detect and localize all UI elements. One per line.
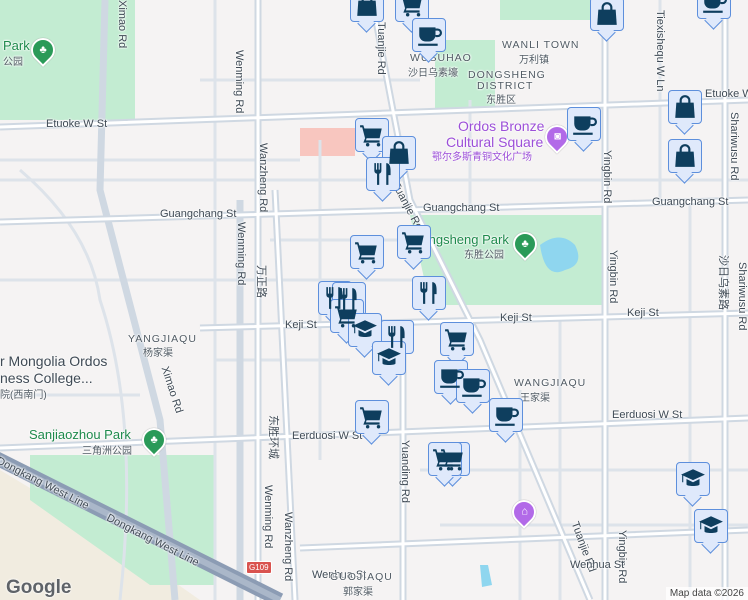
park-label-top-left: Park xyxy=(3,38,30,53)
road-label-huancheng-cn: 东胜环城 xyxy=(267,415,279,459)
cafe-marker[interactable] xyxy=(567,107,601,141)
road-label-keji: Keji St xyxy=(285,319,317,331)
coffee-icon xyxy=(571,111,597,137)
restaurant-marker[interactable] xyxy=(366,157,400,191)
shopping-marker[interactable] xyxy=(668,90,702,124)
area-label-guojiaqu-cn: 郭家渠 xyxy=(343,587,373,598)
cart-icon xyxy=(399,0,425,18)
map-attribution[interactable]: Map data ©2026 xyxy=(665,587,748,600)
graduation-cap-icon xyxy=(352,317,378,343)
road-label-keji-3: Keji St xyxy=(627,307,659,319)
cafe-marker[interactable] xyxy=(697,0,731,19)
grocery-marker[interactable] xyxy=(397,225,431,259)
road-label-eerduosi-2: Eerduosi W St xyxy=(612,409,683,421)
area-label-wanli-cn: 万利镇 xyxy=(519,55,549,66)
school-marker[interactable] xyxy=(372,341,406,375)
cart-icon xyxy=(359,404,385,430)
poi-label-bronze-cn[interactable]: 鄂尔多斯青铜文化广场 xyxy=(432,148,532,163)
grocery-marker[interactable] xyxy=(428,442,462,476)
fork-knife-icon xyxy=(416,280,442,306)
area-label-wangjiaqu-cn: 王家渠 xyxy=(520,393,550,404)
road-label-wenming: Wenming Rd xyxy=(233,50,245,114)
park-label-sanjiaozhou[interactable]: Sanjiaozhou Park xyxy=(29,427,131,442)
road-label-tiexishequ: Tiexishequ W Ln xyxy=(654,10,666,92)
area-label-dongsheng-cn: 东胜区 xyxy=(486,95,516,106)
cart-icon xyxy=(432,446,458,472)
road-label-keji-2: Keji St xyxy=(500,312,532,324)
road-label-yingbin-3: Yingbin Rd xyxy=(616,530,628,584)
pond xyxy=(480,565,492,587)
park-label-top-left-cn: 公园 xyxy=(3,57,23,68)
graduation-cap-icon xyxy=(680,466,706,492)
map-canvas[interactable] xyxy=(0,0,748,600)
cafe-marker[interactable] xyxy=(412,18,446,52)
shopping-marker[interactable] xyxy=(668,139,702,173)
school-marker[interactable] xyxy=(694,509,728,543)
road-label-shariwusu-2: Shariwusu Rd xyxy=(736,262,748,331)
area-label-yangjiaqu-cn: 杨家渠 xyxy=(143,348,173,359)
school-marker[interactable] xyxy=(348,313,382,347)
road-label-wenming-2: Wenming Rd xyxy=(235,222,247,286)
road-label-wanzheng-2: Wanzheng Rd xyxy=(282,512,294,582)
shopping-bag-icon xyxy=(594,1,620,27)
road-label-etuoke-2: Etuoke W St xyxy=(705,88,748,100)
cart-icon xyxy=(401,229,427,255)
park-area-wanli xyxy=(500,0,590,20)
poi-label-college-2[interactable]: ness College... xyxy=(0,370,93,386)
grocery-marker[interactable] xyxy=(440,322,474,356)
poi-label-college[interactable]: r Mongolia Ordos xyxy=(0,353,107,369)
graduation-cap-icon xyxy=(698,513,724,539)
coffee-icon xyxy=(460,373,486,399)
road-label-tuanjie: Tuanjie Rd xyxy=(375,22,387,75)
building-block xyxy=(300,128,355,156)
park-label-sanjiaozhou-cn: 三角洲公园 xyxy=(82,446,132,457)
road-label-ximao: Ximao Rd xyxy=(116,0,128,49)
restaurant-marker[interactable] xyxy=(412,276,446,310)
road-label-eerduosi: Eerduosi W St xyxy=(292,430,363,442)
road-label-wanzheng-cn: 万正路 xyxy=(255,265,267,298)
cart-icon xyxy=(354,239,380,265)
shopping-bag-icon xyxy=(672,143,698,169)
road-label-shariwusu: Shariwusu Rd xyxy=(728,112,740,181)
road-label-yuanding: Yuanding Rd xyxy=(399,440,411,503)
area-label-wusuhao-cn: 沙日乌素壕 xyxy=(408,68,458,79)
shopping-bag-icon xyxy=(354,0,380,18)
road-label-wenming-3: Wenming Rd xyxy=(262,485,274,549)
grocery-marker[interactable] xyxy=(355,400,389,434)
area-label-wanli: WANLI TOWN xyxy=(502,39,580,51)
highway-shield-g109: G109 xyxy=(246,561,272,574)
road-label-wanzheng: Wanzheng Rd xyxy=(257,143,269,213)
park-label-dongsheng-cn: 东胜公园 xyxy=(464,250,504,261)
fork-knife-icon xyxy=(370,161,396,187)
cafe-marker[interactable] xyxy=(456,369,490,403)
graduation-cap-icon xyxy=(376,345,402,371)
poi-label-college-cn: 院(西南门) xyxy=(0,390,47,401)
coffee-icon xyxy=(416,22,442,48)
road-label-shariwusu-cn: 沙日乌素路 xyxy=(717,255,729,310)
google-logo: Google xyxy=(6,577,72,598)
cart-icon xyxy=(444,326,470,352)
cart-icon xyxy=(359,122,385,148)
road-label-guangchang: Guangchang St xyxy=(160,208,237,220)
coffee-icon xyxy=(701,0,727,15)
shopping-bag-icon xyxy=(672,94,698,120)
shopping-marker[interactable] xyxy=(350,0,384,22)
shopping-marker[interactable] xyxy=(590,0,624,31)
cafe-marker[interactable] xyxy=(489,398,523,432)
road-label-yingbin-2: Yingbin Rd xyxy=(607,250,619,304)
area-label-wangjiaqu: WANGJIAQU xyxy=(514,377,587,389)
school-marker[interactable] xyxy=(676,462,710,496)
road-label-wenhua-2: Wenhua St xyxy=(570,559,625,571)
coffee-icon xyxy=(493,402,519,428)
road-label-guangchang-3: Guangchang St xyxy=(652,196,729,208)
road-label-etuoke: Etuoke W St xyxy=(46,118,108,130)
road-label-guangchang-2: Guangchang St xyxy=(423,202,500,214)
grocery-marker[interactable] xyxy=(350,235,384,269)
poi-label-bronze[interactable]: Ordos Bronze xyxy=(458,118,544,134)
area-label-guojiaqu: GUOJIAQU xyxy=(330,571,393,583)
road-label-yingbin: Yingbin Rd xyxy=(601,150,613,204)
grocery-marker[interactable] xyxy=(355,118,389,152)
